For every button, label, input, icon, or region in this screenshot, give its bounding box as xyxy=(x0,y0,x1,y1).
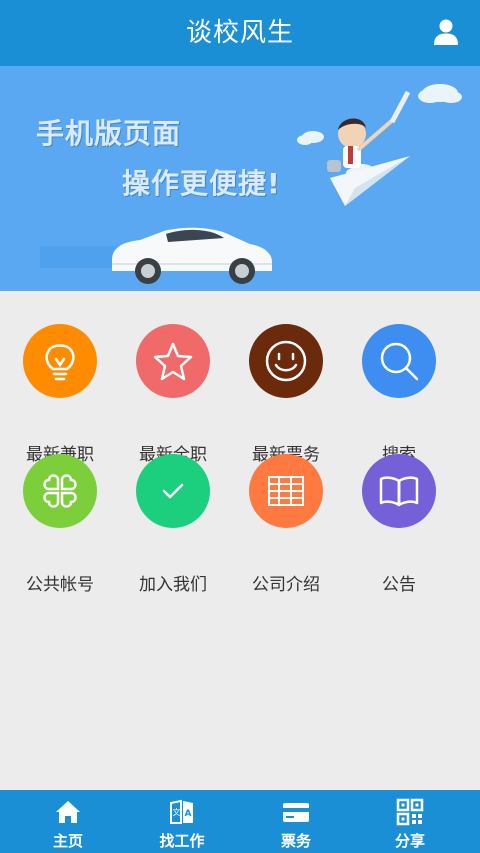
search-icon xyxy=(362,324,436,398)
lightbulb-icon xyxy=(23,324,97,398)
menu-item-search[interactable]: 搜索 xyxy=(339,324,459,465)
tab-label: 找工作 xyxy=(159,832,205,850)
home-icon xyxy=(56,801,80,823)
menu-label: 公告 xyxy=(382,575,416,595)
user-icon[interactable] xyxy=(432,18,460,46)
menu-item-tickets[interactable]: 最新票务 xyxy=(226,324,346,465)
promo-banner[interactable]: 手机版页面 操作更便捷! xyxy=(0,66,480,291)
card-icon xyxy=(283,803,309,822)
page-title: 谈校风生 xyxy=(185,18,294,48)
tab-share[interactable]: 分享 xyxy=(350,790,470,853)
tab-tickets[interactable]: 票务 xyxy=(236,790,356,853)
menu-item-public-account[interactable]: 公共帐号 xyxy=(0,454,120,595)
menu-item-company-intro[interactable]: 公司介绍 xyxy=(226,454,346,595)
book-icon xyxy=(362,454,436,528)
star-icon xyxy=(136,324,210,398)
translate-book-icon: 文 A xyxy=(170,799,193,824)
menu-item-join-us[interactable]: 加入我们 xyxy=(113,454,233,595)
svg-text:A: A xyxy=(185,809,192,819)
tab-find-job[interactable]: 文 A 找工作 xyxy=(122,790,242,853)
qrcode-icon xyxy=(396,798,424,826)
smiley-icon xyxy=(249,324,323,398)
menu-item-part-time[interactable]: 最新兼职 xyxy=(0,324,120,465)
tab-label: 分享 xyxy=(394,832,425,850)
menu-label: 加入我们 xyxy=(139,575,207,595)
bottom-tab-bar: 主页 文 A 找工作 票务 分享 xyxy=(0,790,480,853)
banner-subheadline: 操作更便捷! xyxy=(122,167,281,200)
clover-icon xyxy=(23,454,97,528)
tab-label: 票务 xyxy=(280,832,311,850)
app-header: 谈校风生 xyxy=(0,0,480,66)
menu-label: 公司介绍 xyxy=(252,575,320,595)
svg-text:文: 文 xyxy=(173,807,181,817)
menu-item-full-time[interactable]: 最新全职 xyxy=(113,324,233,465)
table-icon xyxy=(249,454,323,528)
tab-label: 主页 xyxy=(52,832,83,850)
banner-headline: 手机版页面 xyxy=(36,117,182,150)
check-icon xyxy=(136,454,210,528)
menu-label: 公共帐号 xyxy=(26,575,94,595)
menu-item-notice[interactable]: 公告 xyxy=(339,454,459,595)
tab-home[interactable]: 主页 xyxy=(8,790,128,853)
